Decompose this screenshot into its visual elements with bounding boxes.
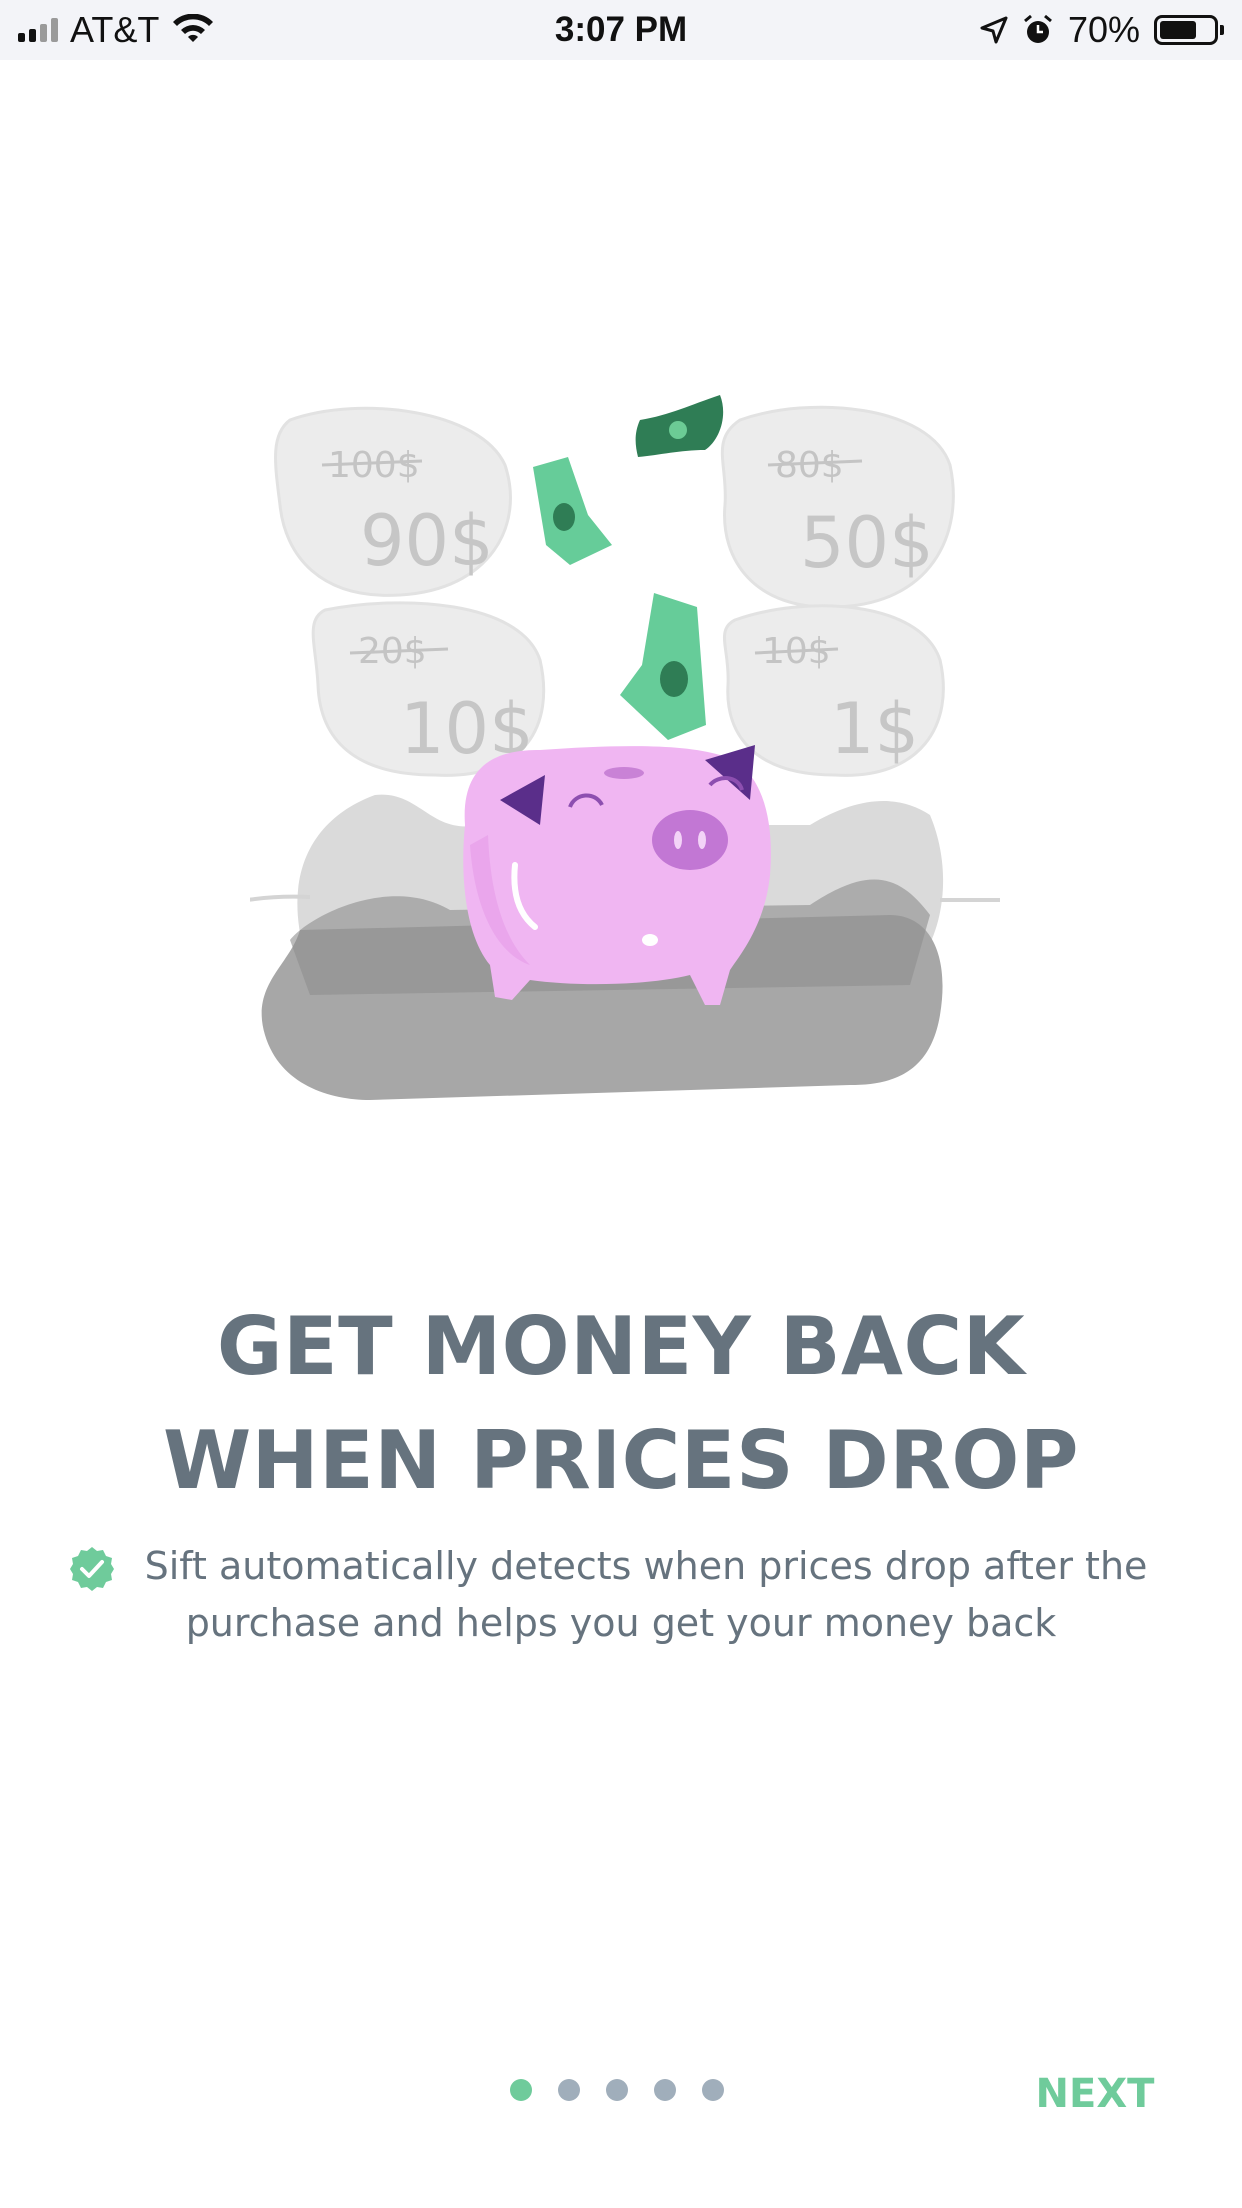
piggy-bank-icon: [463, 745, 771, 1005]
page-title: GET MONEY BACK WHEN PRICES DROP: [0, 1290, 1242, 1518]
headline-line-1: GET MONEY BACK: [216, 1300, 1026, 1393]
price-tag: 80$ 50$: [720, 405, 955, 609]
new-price: 1$: [830, 688, 919, 770]
new-price: 50$: [800, 502, 934, 584]
price-tag: 10$ 1$: [722, 604, 945, 777]
battery-icon: [1154, 15, 1224, 45]
status-right: 70%: [980, 0, 1224, 60]
pagination-dot[interactable]: [606, 2079, 628, 2101]
location-icon: [980, 16, 1008, 44]
pagination-dot[interactable]: [558, 2079, 580, 2101]
headline-line-2: WHEN PRICES DROP: [162, 1414, 1080, 1507]
new-price: 90$: [360, 500, 494, 582]
price-tag: 100$ 90$: [274, 406, 512, 597]
description-line-2: purchase and helps you get your money ba…: [185, 1601, 1057, 1645]
status-bar: AT&T 3:07 PM 70%: [0, 0, 1242, 60]
pagination-dot[interactable]: [654, 2079, 676, 2101]
alarm-icon: [1023, 14, 1052, 43]
pagination-dot[interactable]: [510, 2079, 532, 2101]
dollar-bill-icon: [533, 457, 612, 565]
description-text: Sift automatically detects when prices d…: [66, 1538, 1176, 1652]
price-tag: 20$ 10$: [311, 601, 546, 777]
feature-description: Sift automatically detects when prices d…: [66, 1538, 1176, 1652]
pagination-dots: [510, 2079, 724, 2101]
pagination-dot[interactable]: [702, 2079, 724, 2101]
battery-percent: 70%: [1067, 9, 1140, 50]
piggy-bank-illustration: 100$ 90$ 80$ 50$ 20$ 10$ 10$ 1$: [250, 395, 1000, 1100]
dollar-bill-icon: [620, 593, 706, 740]
description-line-1: Sift automatically detects when prices d…: [144, 1544, 1148, 1588]
dollar-bill-icon: [635, 395, 724, 457]
next-button[interactable]: NEXT: [1020, 2064, 1170, 2124]
check-badge-icon: [70, 1547, 114, 1591]
